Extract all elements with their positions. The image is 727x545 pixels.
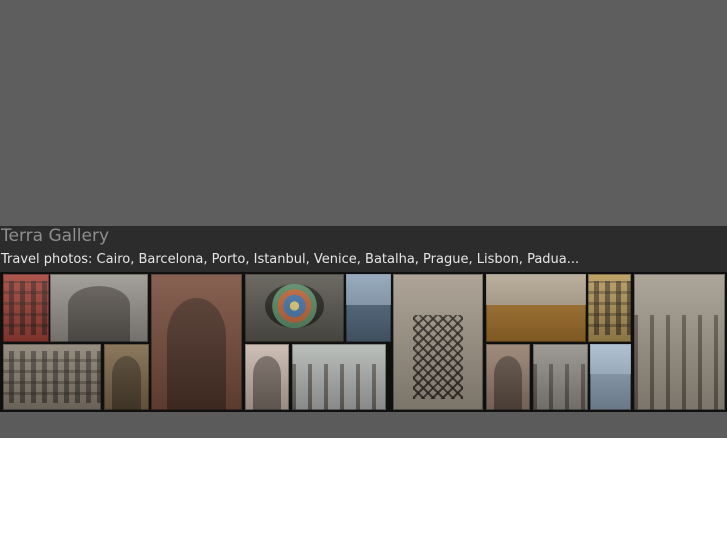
thumbnail-shade bbox=[151, 274, 242, 410]
photo-venice-canal-bridge[interactable] bbox=[151, 274, 242, 410]
photo-courtyard-arches[interactable] bbox=[292, 344, 386, 410]
photo-white-arched-windows[interactable] bbox=[245, 344, 289, 410]
photo-rooftops[interactable] bbox=[486, 274, 586, 342]
thumbnail-shade bbox=[245, 344, 289, 410]
photo-ornate-lattice-window[interactable] bbox=[393, 274, 483, 410]
thumbnail-shade bbox=[588, 274, 631, 342]
thumbnail-shade bbox=[245, 274, 344, 342]
site-subtitle: Travel photos: Cairo, Barcelona, Porto, … bbox=[1, 252, 580, 267]
thumbnail-shade bbox=[393, 274, 483, 410]
thumbnail-shade bbox=[104, 344, 149, 410]
photo-campanile-piazzetta[interactable] bbox=[590, 344, 631, 410]
photo-gondolas[interactable] bbox=[346, 274, 391, 342]
thumbnail-shade bbox=[292, 344, 386, 410]
photo-ornate-pavilion[interactable] bbox=[50, 274, 148, 342]
thumbnail-shade bbox=[346, 274, 391, 342]
photo-doge-palace[interactable] bbox=[533, 344, 588, 410]
bottom-background-band bbox=[0, 412, 727, 438]
photo-gothic-window[interactable] bbox=[486, 344, 530, 410]
photo-red-facade[interactable] bbox=[3, 274, 49, 342]
thumbnail-shade bbox=[50, 274, 148, 342]
thumbnail-strip bbox=[0, 272, 727, 412]
thumbnail-shade bbox=[634, 274, 725, 410]
photo-narrow-alley[interactable] bbox=[104, 344, 149, 410]
photo-cloister-arches[interactable] bbox=[634, 274, 725, 410]
thumbnail-shade bbox=[533, 344, 588, 410]
thumbnail-shade bbox=[3, 274, 49, 342]
thumbnail-shade bbox=[3, 344, 101, 410]
top-background-band bbox=[0, 0, 727, 226]
site-title[interactable]: Terra Gallery bbox=[1, 226, 109, 246]
thumbnail-shade bbox=[486, 344, 530, 410]
thumbnail-shade bbox=[590, 344, 631, 410]
photo-window-yellow-wall[interactable] bbox=[588, 274, 631, 342]
thumbnail-shade bbox=[486, 274, 586, 342]
photo-mosaic-medallion[interactable] bbox=[245, 274, 344, 342]
photo-porto-riverside[interactable] bbox=[3, 344, 101, 410]
